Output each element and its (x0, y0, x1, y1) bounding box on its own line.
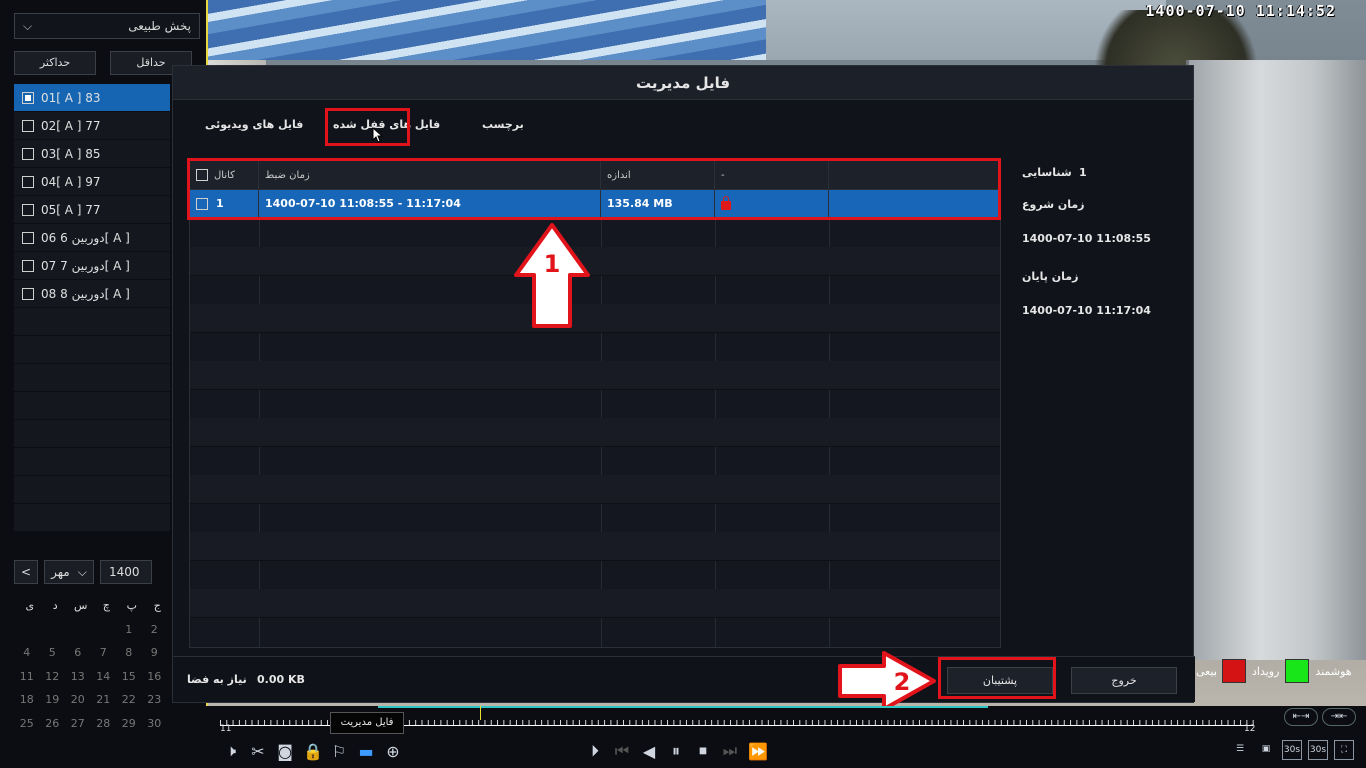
channel-item[interactable]: 05[ A ] 77 (14, 196, 170, 224)
zoom-in-timeline-button[interactable]: ⇤⇥ (1284, 708, 1318, 726)
start-time-value: 1400-07-10 11:08:55 (1022, 232, 1151, 245)
start-time-label: زمان شروع (1022, 198, 1085, 211)
channel-checkbox[interactable] (22, 91, 34, 104)
channel-item[interactable]: 01[ A ] 83 (14, 84, 170, 112)
reverse-play-icon[interactable]: ⏵ (586, 741, 604, 761)
chevron-down-icon: ⌵ (23, 18, 33, 33)
space-required-label: نیاز به فضا (187, 673, 247, 686)
channel-item[interactable]: دوربین 6 06[ A ] (14, 224, 170, 252)
right-toolbar: ☰ ▣ 30s 30s ⛶ (1230, 740, 1354, 760)
legend-event-swatch (1222, 659, 1246, 683)
timeline-start-label: 11 (220, 724, 232, 734)
channel-item[interactable]: 02[ A ] 77 (14, 112, 170, 140)
tooltip: فایل مدیریت (330, 712, 404, 734)
mute-icon[interactable]: 🕨 (222, 741, 240, 761)
channel-item[interactable]: 03[ A ] 85 (14, 140, 170, 168)
timeline-nav: ⇤⇥ ⇥⇤ (1284, 708, 1356, 726)
calendar: جپچسدی 12 456789 11 12 13 14 15 16 18 19 20 21 22… (19, 599, 162, 730)
camera-timestamp: 1400-07-10 11:14:52 (1145, 2, 1336, 20)
file-table: کانال زمان ضبط اندازه - 1 1400-07-10 11:… (189, 160, 1001, 648)
space-required-value: 0.00 KB (257, 673, 305, 686)
highlight-file-row (187, 158, 1001, 220)
scissors-icon[interactable]: ✂ (249, 742, 267, 761)
mouse-cursor-icon (372, 127, 384, 143)
date-selector: < مهر ⌵ 1400 (14, 560, 152, 584)
zoom-icon[interactable]: ⊕ (384, 742, 402, 761)
legend-smart-swatch (1285, 659, 1310, 683)
month-select[interactable]: مهر ⌵ (44, 560, 94, 584)
arrow-2-label: 2 (894, 668, 911, 696)
channel-checkbox[interactable] (22, 287, 34, 300)
forward-30s-icon[interactable]: 30s (1308, 740, 1328, 760)
legend-event-label: رویداد (1252, 664, 1280, 678)
playback-controls: ⏵ ⏮ ◀ ⏸ ⏹ ⏭ ⏩ (586, 740, 768, 762)
playback-mode-label: پخش طبیعی (128, 19, 191, 33)
next-icon[interactable]: ⏭ (721, 741, 739, 761)
channel-checkbox[interactable] (22, 231, 34, 244)
channel-list: 01[ A ] 83 02[ A ] 77 03[ A ] 85 04[ A ]… (14, 84, 170, 532)
flag-icon[interactable]: ⚐ (330, 742, 348, 761)
id-label: شناسایی (1022, 166, 1072, 179)
lock-tool-icon[interactable]: 🔒 (303, 742, 323, 761)
tab-video-files[interactable]: فایل های ویدیوئی (205, 118, 303, 131)
pause-icon[interactable]: ⏸ (667, 741, 685, 761)
previous-icon[interactable]: ⏮ (613, 741, 631, 761)
camera-icon[interactable]: ◙ (276, 742, 294, 761)
id-value: 1 (1079, 166, 1087, 179)
record-type-legend: طبیعی رویداد هوشمند (1196, 658, 1352, 684)
play-back-icon[interactable]: ◀ (640, 742, 658, 761)
tab-tag[interactable]: برچسب (482, 118, 524, 131)
highlight-locked-tab (325, 108, 410, 146)
overlay-icon[interactable]: ▣ (1256, 740, 1276, 760)
rewind-30s-icon[interactable]: 30s (1282, 740, 1302, 760)
arrow-right-annotation-icon: 2 (838, 651, 936, 711)
channel-checkbox[interactable] (22, 119, 34, 132)
time-cursor[interactable] (480, 706, 481, 720)
channel-checkbox[interactable] (22, 203, 34, 216)
arrow-up-annotation-icon: 1 (514, 223, 590, 328)
channel-item[interactable]: 04[ A ] 97 (14, 168, 170, 196)
recording-bar (378, 706, 988, 708)
prev-month-button[interactable]: < (14, 560, 38, 584)
arrow-1-label: 1 (544, 250, 561, 278)
legend-normal-label: طبیعی (1196, 664, 1216, 678)
stop-icon[interactable]: ⏹ (694, 741, 712, 761)
exit-button[interactable]: خروج (1071, 667, 1177, 694)
channel-checkbox[interactable] (22, 147, 34, 160)
timeline-end-label: 12 (1244, 724, 1256, 734)
channel-item[interactable]: دوربین 7 07[ A ] (14, 252, 170, 280)
highlight-backup-button (938, 657, 1056, 699)
channel-checkbox[interactable] (22, 259, 34, 272)
end-time-value: 1400-07-10 11:17:04 (1022, 304, 1151, 317)
channel-checkbox[interactable] (22, 175, 34, 188)
left-toolbar: 🕨 ✂ ◙ 🔒 ⚐ ▬ ⊕ (222, 740, 402, 762)
dialog-title: فایل مدیریت (173, 66, 1193, 100)
max-button[interactable]: حداکثر (14, 51, 96, 75)
zoom-out-timeline-button[interactable]: ⇥⇤ (1322, 708, 1356, 726)
adjust-icon[interactable]: ☰ (1230, 740, 1250, 760)
folder-icon[interactable]: ▬ (357, 742, 375, 761)
fullscreen-icon[interactable]: ⛶ (1334, 740, 1354, 760)
year-field[interactable]: 1400 (100, 560, 152, 584)
legend-smart-label: هوشمند (1315, 664, 1352, 678)
playback-mode-select[interactable]: پخش طبیعی ⌵ (14, 13, 200, 39)
end-time-label: زمان پایان (1022, 270, 1079, 283)
channel-item[interactable]: دوربین 8 08[ A ] (14, 280, 170, 308)
fast-forward-icon[interactable]: ⏩ (748, 742, 768, 761)
chevron-down-icon: ⌵ (77, 564, 87, 579)
